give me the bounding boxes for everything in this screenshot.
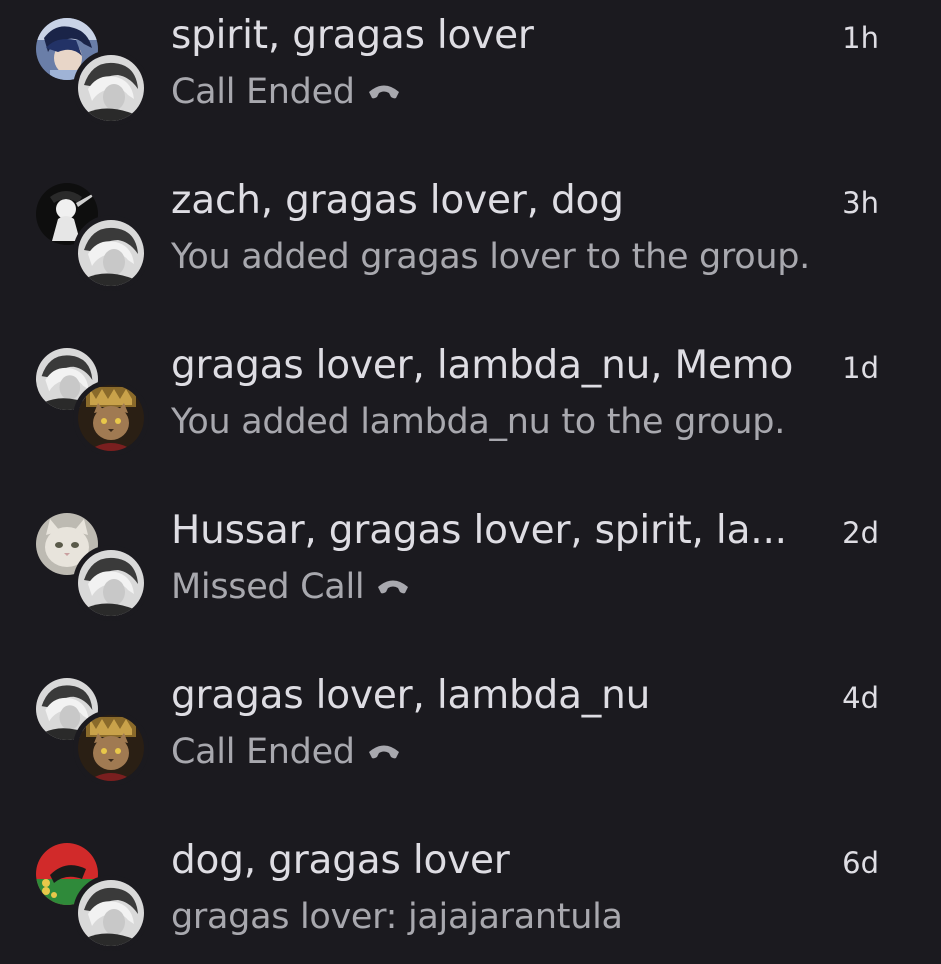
conversation-preview-text: You added lambda_nu to the group. (171, 402, 786, 442)
phone-hangup-icon (376, 562, 410, 608)
dm-row[interactable]: dog, gragas lover gragas lover: jajajara… (0, 825, 941, 957)
conversation-preview: Missed Call (171, 564, 410, 610)
conversation-preview: Call Ended (171, 729, 401, 775)
dm-row[interactable]: zach, gragas lover, dog You added gragas… (0, 165, 941, 297)
conversation-timestamp: 4d (842, 681, 879, 715)
conversation-preview-text: gragas lover: jajajarantula (171, 897, 623, 937)
conversation-preview: gragas lover: jajajarantula (171, 894, 623, 940)
conversation-title: zach, gragas lover, dog (171, 178, 624, 223)
dm-row[interactable]: spirit, gragas lover Call Ended 1h (0, 0, 941, 132)
phone-hangup-icon (367, 67, 401, 113)
group-avatar-stack (36, 183, 149, 291)
conversation-title: gragas lover, lambda_nu (171, 673, 651, 718)
group-avatar-stack (36, 18, 149, 126)
conversation-preview: You added lambda_nu to the group. (171, 399, 785, 445)
conversation-preview-text: Missed Call (171, 567, 365, 607)
group-avatar-stack (36, 513, 149, 621)
avatar-gragas-lover (73, 215, 149, 291)
conversation-timestamp: 6d (842, 846, 879, 880)
avatar-gragas-lover (73, 545, 149, 621)
conversation-preview: You added gragas lover to the group. (171, 234, 810, 280)
conversation-timestamp: 2d (842, 516, 879, 550)
conversation-preview: Call Ended (171, 69, 401, 115)
phone-hangup-icon (367, 727, 401, 773)
conversation-title: spirit, gragas lover (171, 13, 534, 58)
avatar-gragas-lover (73, 875, 149, 951)
group-avatar-stack (36, 843, 149, 951)
conversation-title: Hussar, gragas lover, spirit, la... (171, 508, 787, 553)
dm-conversation-list: spirit, gragas lover Call Ended 1h zach,… (0, 0, 941, 964)
conversation-preview-text: Call Ended (171, 732, 355, 772)
avatar-gragas-lover (73, 50, 149, 126)
conversation-preview-text: You added gragas lover to the group. (171, 237, 810, 277)
dm-row[interactable]: gragas lover, lambda_nu Call Ended 4d (0, 660, 941, 792)
dm-row[interactable]: Hussar, gragas lover, spirit, la... Miss… (0, 495, 941, 627)
avatar-cat-king (73, 710, 149, 786)
group-avatar-stack (36, 678, 149, 786)
conversation-timestamp: 1d (842, 351, 879, 385)
conversation-timestamp: 3h (842, 186, 879, 220)
avatar-cat-king (73, 380, 149, 456)
group-avatar-stack (36, 348, 149, 456)
conversation-title: dog, gragas lover (171, 838, 510, 883)
conversation-timestamp: 1h (842, 21, 879, 55)
dm-row[interactable]: gragas lover, lambda_nu, Memo You added … (0, 330, 941, 462)
conversation-preview-text: Call Ended (171, 72, 355, 112)
conversation-title: gragas lover, lambda_nu, Memo (171, 343, 794, 388)
